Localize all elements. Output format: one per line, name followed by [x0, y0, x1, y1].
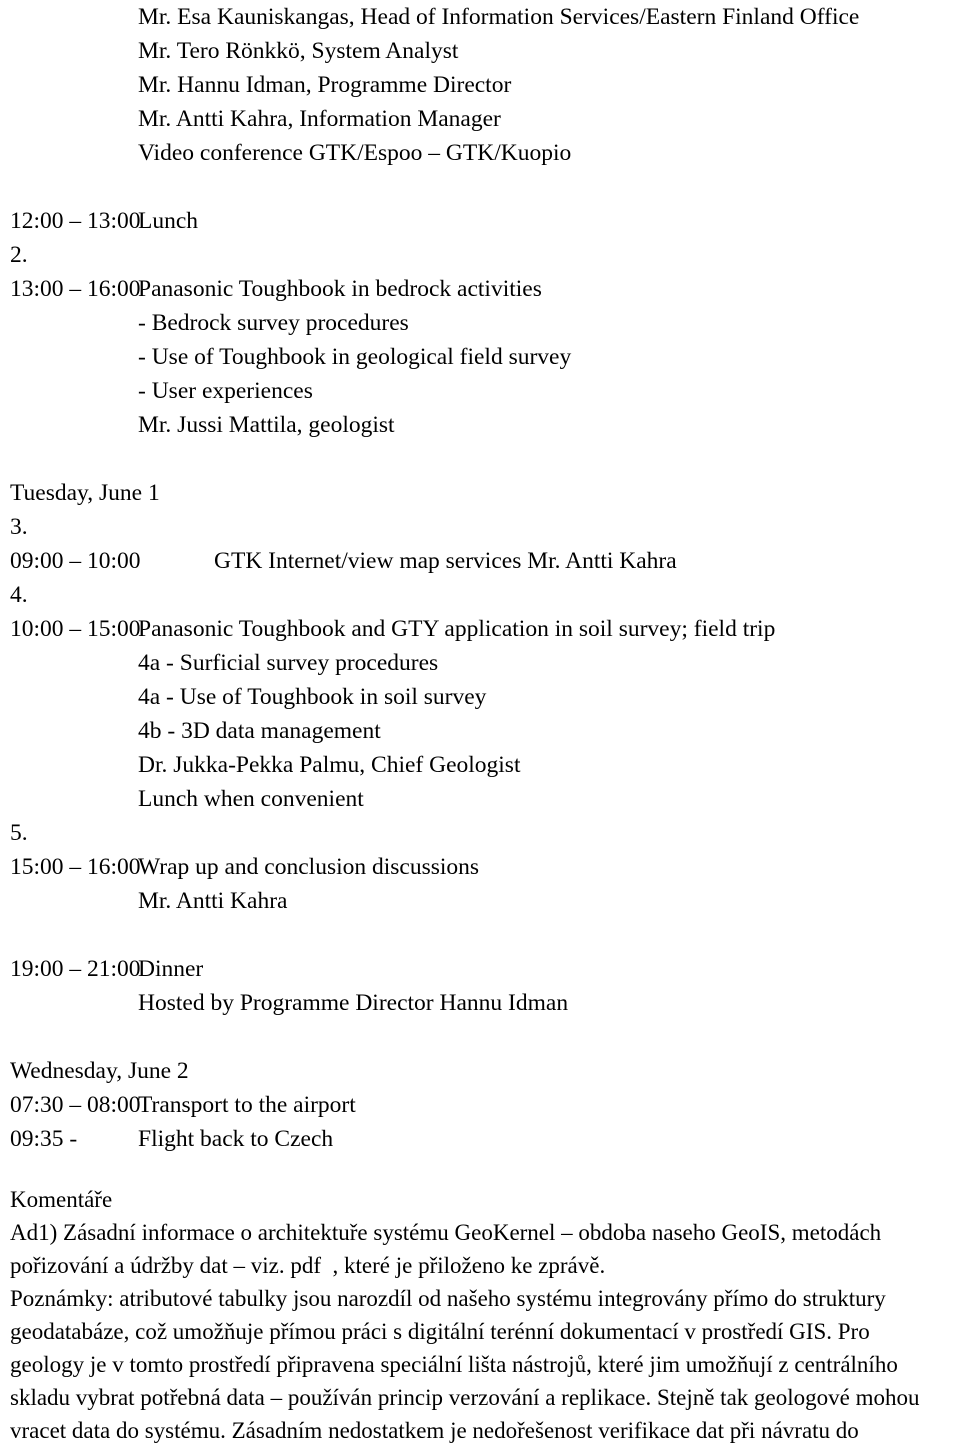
document-page: Mr. Esa Kauniskangas, Head of Informatio…: [0, 0, 960, 1448]
agenda-bullet: Dr. Jukka-Pekka Palmu, Chief Geologist: [0, 748, 960, 782]
comments-section: Komentáře Ad1) Zásadní informace o archi…: [10, 1183, 950, 1448]
attendee-row: Mr. Antti Kahra, Information Manager: [0, 102, 960, 136]
bullet-text: 4a - Use of Toughbook in soil survey: [138, 684, 487, 710]
agenda-description: Flight back to Czech: [138, 1126, 334, 1152]
comments-heading: Komentáře: [10, 1187, 113, 1212]
attendee-row: Mr. Esa Kauniskangas, Head of Informatio…: [0, 0, 960, 34]
attendee-name: Mr. Antti Kahra, Information Manager: [138, 106, 501, 132]
bullet-text: 4b - 3D data management: [138, 718, 381, 744]
bullet-text: 4a - Surficial survey procedures: [138, 650, 439, 676]
agenda-description: Panasonic Toughbook in bedrock activitie…: [138, 276, 542, 302]
agenda-item-number-4: 4.: [10, 582, 28, 608]
agenda-description: GTK Internet/view map services Mr. Antti…: [214, 548, 677, 574]
agenda-bullet: 4a - Use of Toughbook in soil survey: [0, 680, 960, 714]
agenda-section: Mr. Esa Kauniskangas, Head of Informatio…: [0, 0, 960, 1156]
agenda-row-transport: 07:30 – 08:00 Transport to the airport: [0, 1088, 960, 1122]
agenda-time: 07:30 – 08:00: [10, 1092, 141, 1118]
comments-paragraph-line: geology je v tomto prostředí připravena …: [10, 1352, 898, 1377]
agenda-bullet: Hosted by Programme Director Hannu Idman: [0, 986, 960, 1020]
agenda-bullet: 4b - 3D data management: [0, 714, 960, 748]
agenda-bullet: - Bedrock survey procedures: [0, 306, 960, 340]
attendee-name: Mr. Esa Kauniskangas, Head of Informatio…: [138, 4, 860, 30]
attendee-name: Mr. Hannu Idman, Programme Director: [138, 72, 512, 98]
agenda-bullet: - Use of Toughbook in geological field s…: [0, 340, 960, 374]
agenda-row-flight: 09:35 - Flight back to Czech: [0, 1122, 960, 1156]
comments-paragraph-line: Poznámky: atributové tabulky jsou narozd…: [10, 1286, 886, 1311]
bullet-text: - User experiences: [138, 378, 313, 404]
bullet-text: Hosted by Programme Director Hannu Idman: [138, 990, 569, 1016]
agenda-bullet: 4a - Surficial survey procedures: [0, 646, 960, 680]
comments-paragraph-line: skladu vybrat potřebná data – používán p…: [10, 1385, 920, 1410]
bullet-text: - Bedrock survey procedures: [138, 310, 409, 336]
agenda-row-item4: 10:00 – 15:00 Panasonic Toughbook and GT…: [0, 612, 960, 646]
agenda-description: Panasonic Toughbook and GTY application …: [138, 616, 776, 642]
agenda-time: 19:00 – 21:00: [10, 956, 141, 982]
presenter-name: Mr. Antti Kahra: [138, 888, 288, 914]
agenda-description: Dinner: [138, 956, 204, 982]
agenda-description: Transport to the airport: [138, 1092, 356, 1118]
agenda-row-item3: 09:00 – 10:00 GTK Internet/view map serv…: [0, 544, 960, 578]
agenda-bullet: Lunch when convenient: [0, 782, 960, 816]
comments-paragraph-line: pořizování a údržby dat – viz. pdf , kte…: [10, 1253, 606, 1278]
video-conference-label: Video conference GTK/Espoo – GTK/Kuopio: [138, 140, 572, 166]
agenda-row-lunch: 12:00 – 13:00 Lunch: [0, 204, 960, 238]
comments-paragraph-line: vracet data do systému. Zásadním nedosta…: [10, 1418, 859, 1443]
agenda-row-item5: 15:00 – 16:00 Wrap up and conclusion dis…: [0, 850, 960, 884]
attendee-name: Mr. Tero Rönkkö, System Analyst: [138, 38, 459, 64]
gap-before-dinner: [0, 918, 960, 952]
attendee-row: Mr. Hannu Idman, Programme Director: [0, 68, 960, 102]
attendee-row: Mr. Tero Rönkkö, System Analyst: [0, 34, 960, 68]
presenter-name: Mr. Jussi Mattila, geologist: [138, 412, 395, 438]
gap-before-tuesday: [0, 442, 960, 476]
agenda-time: 12:00 – 13:00: [10, 208, 141, 234]
agenda-row-item2: 13:00 – 16:00 Panasonic Toughbook in bed…: [0, 272, 960, 306]
agenda-bullet: - User experiences: [0, 374, 960, 408]
video-conference-row: Video conference GTK/Espoo – GTK/Kuopio: [0, 136, 960, 170]
bullet-text: - Use of Toughbook in geological field s…: [138, 344, 572, 370]
gap-after-attendees: [0, 170, 960, 204]
agenda-row-dinner: 19:00 – 21:00 Dinner: [0, 952, 960, 986]
agenda-time: 15:00 – 16:00: [10, 854, 141, 880]
agenda-item-number-5: 5.: [10, 820, 28, 846]
agenda-bullet: Mr. Antti Kahra: [0, 884, 960, 918]
day-heading-tuesday: Tuesday, June 1: [10, 480, 160, 506]
agenda-time: 10:00 – 15:00: [10, 616, 141, 642]
agenda-bullet: Mr. Jussi Mattila, geologist: [0, 408, 960, 442]
day-heading-wednesday: Wednesday, June 2: [10, 1058, 189, 1084]
agenda-description: Lunch: [138, 208, 199, 234]
comments-paragraph-line: geodatabáze, což umožňuje přímou práci s…: [10, 1319, 870, 1344]
agenda-item-number-2: 2.: [10, 242, 28, 268]
bullet-text: Lunch when convenient: [138, 786, 364, 812]
agenda-description: Wrap up and conclusion discussions: [138, 854, 480, 880]
agenda-time: 09:35 -: [10, 1126, 78, 1152]
gap-before-wednesday: [0, 1020, 960, 1054]
presenter-name: Dr. Jukka-Pekka Palmu, Chief Geologist: [138, 752, 521, 778]
agenda-time: 09:00 – 10:00: [10, 548, 141, 574]
agenda-time: 13:00 – 16:00: [10, 276, 141, 302]
comments-paragraph-line: Ad1) Zásadní informace o architektuře sy…: [10, 1220, 882, 1245]
agenda-item-number-3: 3.: [10, 514, 28, 540]
